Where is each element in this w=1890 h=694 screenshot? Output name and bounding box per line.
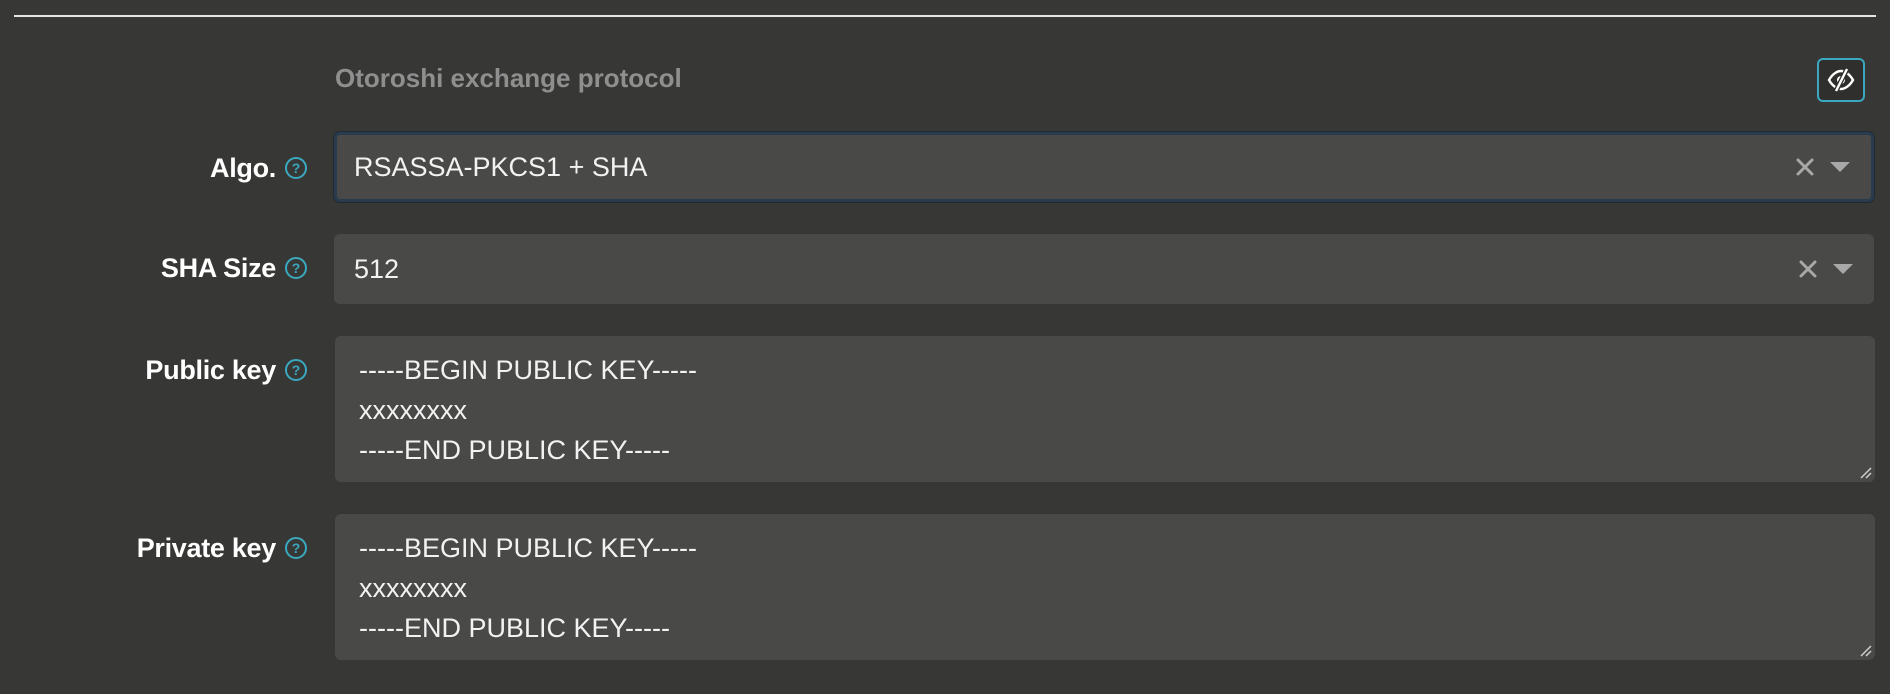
section-divider (14, 15, 1876, 17)
public-key-textarea[interactable]: -----BEGIN PUBLIC KEY----- xxxxxxxx ----… (335, 336, 1875, 482)
svg-text:?: ? (292, 540, 301, 556)
exchange-protocol-panel: Otoroshi exchange protocol Algo. ? RSASS… (0, 0, 1890, 694)
textarea-line: -----BEGIN PUBLIC KEY----- (359, 533, 698, 563)
private-key-label-text: Private key (136, 532, 277, 563)
question-circle-icon: ? (285, 257, 307, 279)
toggle-visibility-button[interactable] (1817, 58, 1865, 102)
question-circle-icon: ? (285, 537, 307, 559)
private-key-label: Private key ? (137, 528, 308, 568)
question-circle-icon: ? (285, 157, 307, 179)
algo-label-text: Algo. (210, 152, 276, 183)
clear-icon[interactable] (1793, 155, 1817, 179)
svg-text:?: ? (292, 362, 301, 378)
private-key-textarea[interactable]: -----BEGIN PUBLIC KEY----- xxxxxxxx ----… (335, 514, 1875, 660)
svg-text:?: ? (292, 260, 301, 276)
textarea-line: -----END PUBLIC KEY----- (359, 613, 671, 643)
textarea-line: xxxxxxxx (359, 395, 467, 425)
sha-size-select[interactable]: 512 (334, 234, 1874, 304)
help-icon[interactable]: ? (284, 156, 308, 180)
chevron-down-icon[interactable] (1832, 257, 1854, 281)
question-circle-icon: ? (285, 359, 307, 381)
sha-size-label: SHA Size ? (161, 248, 308, 288)
resize-handle[interactable] (1858, 643, 1872, 657)
algo-select[interactable]: RSASSA-PKCS1 + SHA (334, 132, 1874, 202)
sha-size-label-text: SHA Size (160, 252, 276, 283)
algo-label: Algo. ? (210, 148, 308, 188)
sha-size-select-value: 512 (354, 253, 400, 284)
algo-select-value: RSASSA-PKCS1 + SHA (354, 151, 648, 182)
textarea-line: xxxxxxxx (359, 573, 467, 603)
help-icon[interactable]: ? (284, 536, 308, 560)
clear-icon[interactable] (1796, 257, 1820, 281)
svg-text:?: ? (292, 160, 301, 176)
public-key-label-text: Public key (145, 354, 276, 385)
help-icon[interactable]: ? (284, 256, 308, 280)
eye-slash-icon (1827, 68, 1855, 92)
resize-handle[interactable] (1858, 465, 1872, 479)
textarea-line: -----BEGIN PUBLIC KEY----- (359, 355, 698, 385)
help-icon[interactable]: ? (284, 358, 308, 382)
chevron-down-icon[interactable] (1829, 155, 1851, 179)
textarea-line: -----END PUBLIC KEY----- (359, 435, 671, 465)
public-key-label: Public key ? (145, 350, 308, 390)
section-title: Otoroshi exchange protocol (335, 63, 682, 93)
